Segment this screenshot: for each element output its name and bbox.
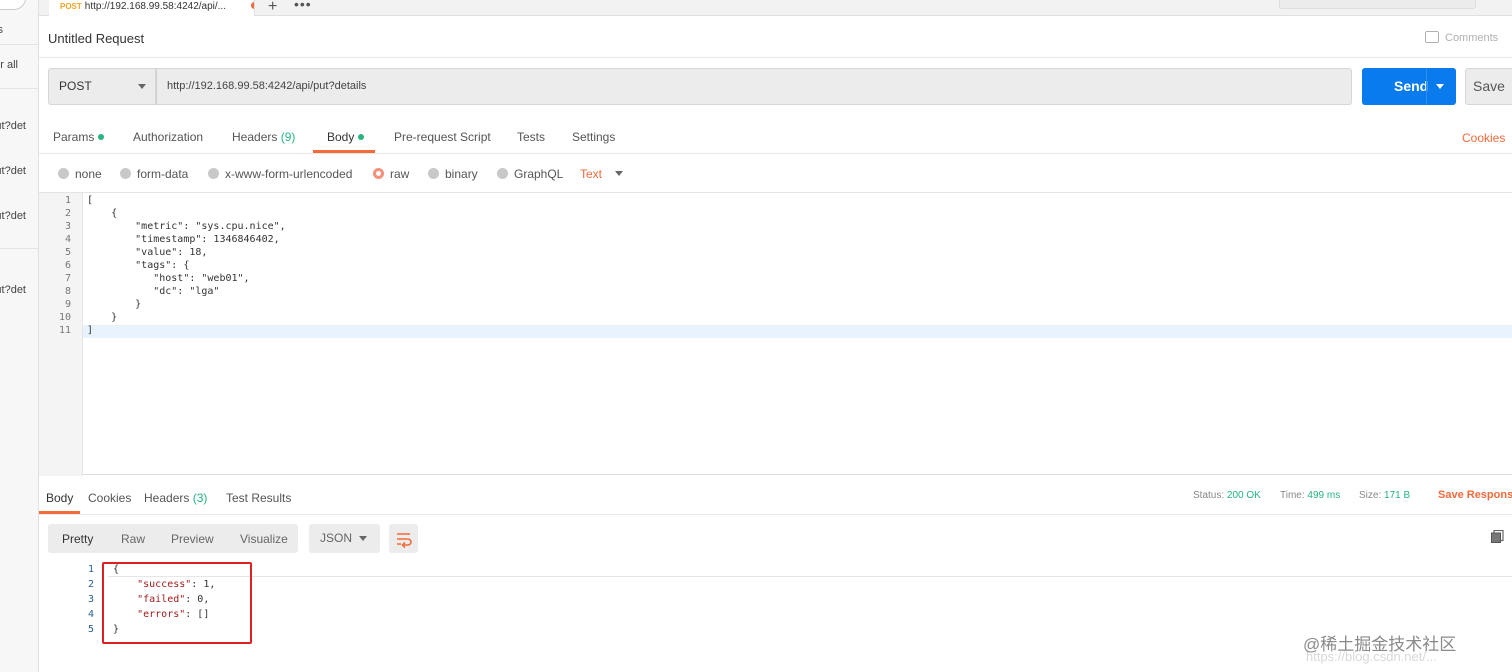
- response-tab-headers[interactable]: Headers (3): [144, 491, 207, 505]
- code-line: "timestamp": 1346846402,: [87, 234, 280, 245]
- save-button[interactable]: Save: [1465, 68, 1512, 105]
- response-format-select[interactable]: JSON: [309, 524, 380, 553]
- code-line: "tags": {: [87, 260, 190, 271]
- time-readout: Time: 499 ms: [1280, 490, 1341, 501]
- line-number: 7: [64, 273, 71, 284]
- code-line: }: [87, 312, 118, 323]
- line-number: 2: [64, 208, 71, 219]
- line-number: 6: [64, 260, 71, 271]
- save-response-button[interactable]: Save Respons: [1438, 489, 1512, 501]
- tab-prerequest-script[interactable]: Pre-request Script: [394, 130, 491, 144]
- code-line: "value": 18,: [87, 247, 208, 258]
- sidebar-history: s r all ut?det ut?det ut?det ut?det: [0, 0, 39, 672]
- radio-binary[interactable]: binary: [428, 167, 478, 181]
- tab-method: POST: [60, 2, 82, 11]
- request-title[interactable]: Untitled Request: [48, 31, 144, 46]
- params-indicator-dot: [98, 134, 105, 140]
- watermark: @稀土掘金技术社区: [1303, 635, 1457, 654]
- chevron-down-icon: [615, 171, 624, 176]
- line-number: 1: [64, 195, 71, 206]
- radio-none[interactable]: none: [58, 167, 102, 181]
- raw-format-select[interactable]: Text: [580, 167, 624, 181]
- wrap-lines-button[interactable]: [389, 524, 418, 553]
- sidebar-history-item[interactable]: ut?det: [0, 165, 26, 177]
- send-label: Send: [1394, 78, 1429, 94]
- radio-raw[interactable]: raw: [373, 167, 409, 181]
- url-input[interactable]: http://192.168.99.58:4242/api/put?detail…: [156, 68, 1352, 105]
- line-number: 5: [87, 624, 94, 635]
- tab-headers[interactable]: Headers (9): [232, 130, 295, 144]
- line-number: 2: [87, 579, 94, 590]
- sidebar-history-item[interactable]: ut?det: [0, 210, 26, 222]
- line-number: 1: [87, 564, 94, 575]
- radio-urlencoded[interactable]: x-www-form-urlencoded: [208, 167, 352, 181]
- response-tab-body[interactable]: Body: [46, 491, 73, 505]
- send-options-chevron-icon[interactable]: [1436, 84, 1444, 89]
- plus-icon[interactable]: +: [268, 0, 277, 16]
- code-line: "metric": "sys.cpu.nice",: [87, 221, 286, 232]
- response-view-toggle: Pretty Raw Preview Visualize: [48, 524, 298, 553]
- method-select[interactable]: POST: [48, 68, 156, 105]
- line-number: 3: [87, 594, 94, 605]
- comments-label: Comments: [1445, 32, 1499, 44]
- tab-settings[interactable]: Settings: [572, 130, 615, 144]
- chevron-down-icon: [359, 536, 367, 541]
- comment-icon: [1425, 31, 1439, 43]
- tab-url: http://192.168.99.58:4242/api/...: [84, 1, 227, 12]
- code-line: ]: [87, 325, 94, 336]
- line-number: 3: [64, 221, 71, 232]
- size-readout: Size: 171 B: [1359, 490, 1411, 501]
- view-visualize-button[interactable]: Visualize: [240, 532, 288, 546]
- tab-authorization[interactable]: Authorization: [133, 130, 203, 144]
- active-line-highlight: [39, 325, 1512, 338]
- tab-params[interactable]: Params: [53, 130, 105, 144]
- method-label: POST: [59, 79, 92, 93]
- line-number: 8: [64, 286, 71, 297]
- wrap-lines-icon: [397, 533, 412, 549]
- comments-button[interactable]: Comments: [1425, 31, 1498, 44]
- sidebar-history-item[interactable]: ut?det: [0, 284, 26, 296]
- sidebar-fragment[interactable]: r all: [0, 59, 18, 71]
- sidebar-history-item[interactable]: ut?det: [0, 120, 26, 132]
- line-number: 4: [87, 609, 94, 620]
- line-number: 10: [58, 312, 71, 323]
- view-raw-button[interactable]: Raw: [121, 532, 145, 546]
- highlight-annotation-box: [102, 562, 252, 644]
- request-body-editor[interactable]: 1 [2 {3 "metric": "sys.cpu.nice", 4 "times…: [39, 192, 1512, 476]
- line-number: 11: [58, 325, 71, 336]
- line-number: 9: [64, 299, 71, 310]
- chevron-down-icon: [138, 84, 146, 89]
- line-number: 5: [64, 247, 71, 258]
- code-line: [: [87, 195, 94, 206]
- tab-tests[interactable]: Tests: [517, 130, 545, 144]
- body-indicator-dot: [358, 134, 365, 140]
- request-tab[interactable]: POST http://192.168.99.58:4242/api/...: [49, 0, 255, 16]
- response-tab-test-results[interactable]: Test Results: [226, 491, 291, 505]
- radio-form-data[interactable]: form-data: [120, 167, 188, 181]
- code-line: {: [87, 208, 118, 219]
- view-preview-button[interactable]: Preview: [171, 532, 214, 546]
- ellipsis-icon[interactable]: •••: [294, 0, 312, 12]
- radio-graphql[interactable]: GraphQL: [497, 167, 563, 181]
- environment-selector[interactable]: [1279, 0, 1476, 9]
- code-line: }: [87, 299, 142, 310]
- copy-icon[interactable]: [1491, 530, 1504, 543]
- cookies-link[interactable]: Cookies: [1462, 131, 1505, 145]
- unsaved-dot-icon: [251, 2, 254, 9]
- code-line: "host": "web01",: [87, 273, 250, 284]
- response-tab-cookies[interactable]: Cookies: [88, 491, 131, 505]
- view-pretty-button[interactable]: Pretty: [62, 532, 93, 546]
- tab-body[interactable]: Body: [327, 130, 365, 144]
- status-readout: Status: 200 OK: [1193, 490, 1261, 501]
- send-button[interactable]: Send: [1362, 68, 1456, 105]
- sidebar-search-pill[interactable]: [0, 0, 26, 10]
- code-line: "dc": "lga": [87, 286, 220, 297]
- sidebar-fragment: s: [0, 24, 3, 36]
- line-number: 4: [64, 234, 71, 245]
